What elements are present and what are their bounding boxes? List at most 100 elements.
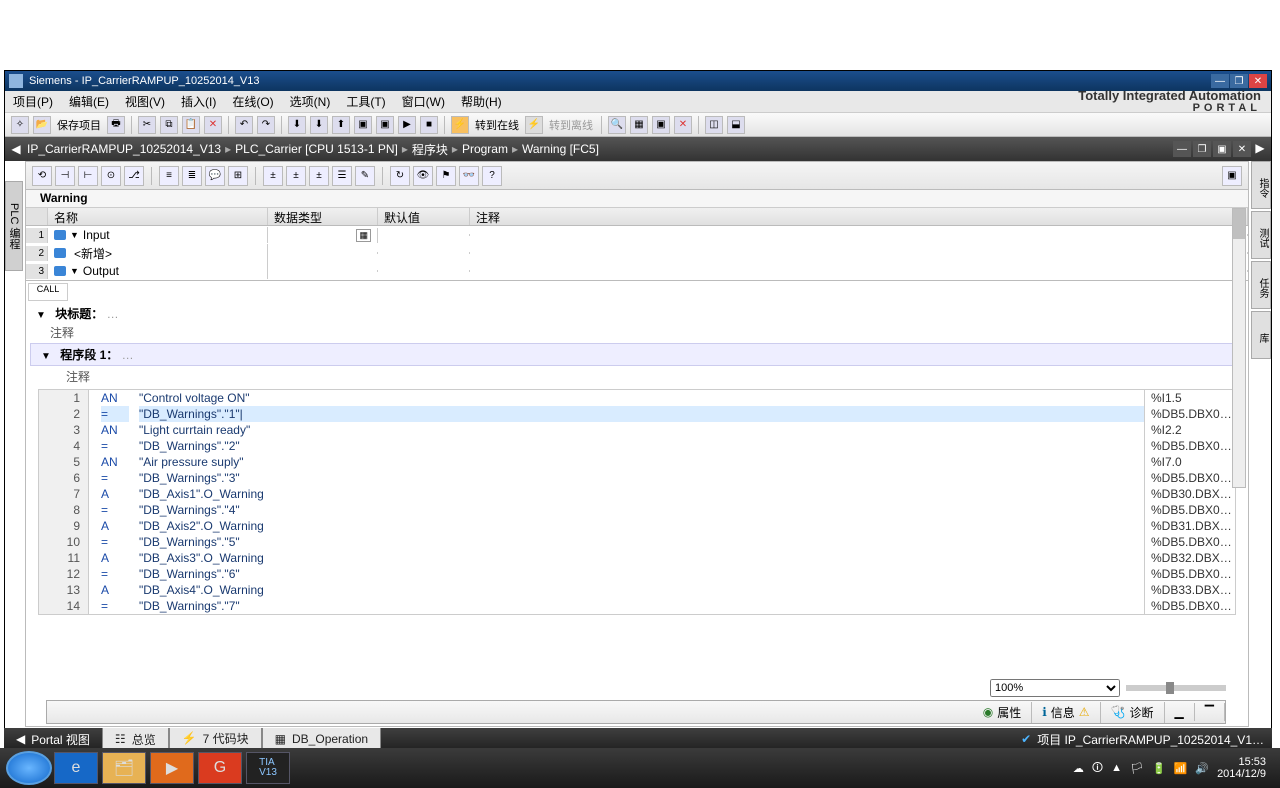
et-rename-icon[interactable]: ✎ (355, 166, 375, 186)
col-type[interactable]: 数据类型 (268, 208, 378, 225)
upload-icon[interactable]: ⬆ (332, 116, 350, 134)
inspector-max-icon[interactable]: ▔ (1195, 703, 1225, 721)
et-network-icon[interactable]: ⊞ (228, 166, 248, 186)
et-format-icon[interactable]: ☰ (332, 166, 352, 186)
crumb-project[interactable]: IP_CarrierRAMPUP_10252014_V13 (23, 142, 225, 156)
taskbar-ie-icon[interactable]: e (54, 752, 98, 784)
right-tab-instructions[interactable]: 指令 (1251, 161, 1271, 209)
clear-icon[interactable]: ✕ (674, 116, 692, 134)
start-cpu-icon[interactable]: ▶ (398, 116, 416, 134)
crumb-blocks[interactable]: 程序块 (408, 141, 452, 158)
et-reset-icon[interactable]: ⟲ (32, 166, 52, 186)
split-h-icon[interactable]: ◫ (705, 116, 723, 134)
editor-max-icon[interactable]: ▣ (1213, 141, 1231, 157)
block-comment[interactable]: 注释 (26, 324, 1248, 341)
paste-icon[interactable]: 📋 (182, 116, 200, 134)
menu-options[interactable]: 选项(N) (282, 91, 339, 112)
right-tab-libraries[interactable]: 库 (1251, 311, 1271, 359)
menu-help[interactable]: 帮助(H) (453, 91, 510, 112)
hmi-sim-icon[interactable]: ▣ (376, 116, 394, 134)
menu-project[interactable]: 项目(P) (5, 91, 61, 112)
open-project-icon[interactable]: 📂 (33, 116, 51, 134)
interface-row[interactable]: 2 <新增> (26, 244, 1248, 262)
breadcrumb-left-icon[interactable]: ◀ (9, 142, 23, 156)
go-offline-icon[interactable]: ⚡ (525, 116, 543, 134)
col-default[interactable]: 默认值 (378, 208, 470, 225)
tray-icon[interactable]: 🔋 (1152, 762, 1166, 775)
taskbar-media-icon[interactable]: ▶ (150, 752, 194, 784)
tab-properties[interactable]: ◉属性 (973, 702, 1033, 723)
menu-online[interactable]: 在线(O) (224, 91, 281, 112)
tray-clock[interactable]: 15:53 2014/12/9 (1217, 756, 1266, 780)
minimize-button[interactable]: — (1211, 74, 1229, 88)
et-monitor-icon[interactable]: 👁 (413, 166, 433, 186)
tray-icon[interactable]: ☁ (1073, 762, 1084, 775)
menu-view[interactable]: 视图(V) (117, 91, 173, 112)
col-comment[interactable]: 注释 (470, 208, 1248, 225)
network-comment[interactable]: 注释 (26, 368, 1248, 385)
copy-icon[interactable]: ⧉ (160, 116, 178, 134)
close-button[interactable]: ✕ (1249, 74, 1267, 88)
et-branch-icon[interactable]: ⎇ (124, 166, 144, 186)
et-force-icon[interactable]: ⚑ (436, 166, 456, 186)
et-output-icon[interactable]: ⊢ (78, 166, 98, 186)
go-offline-button[interactable]: 转到离线 (545, 117, 597, 133)
tab-db-operation[interactable]: ▦ DB_Operation (262, 728, 381, 750)
block-title-section[interactable]: ▼ 块标题： … (26, 303, 1248, 324)
go-online-button[interactable]: 转到在线 (471, 117, 523, 133)
right-tab-tasks[interactable]: 任务 (1251, 261, 1271, 309)
sim-icon[interactable]: ▣ (354, 116, 372, 134)
taskbar-tia-icon[interactable]: TIAV13 (246, 752, 290, 784)
left-collapsed-panel[interactable]: PLC 编程 (5, 181, 23, 271)
xref-icon[interactable]: ▦ (630, 116, 648, 134)
crumb-program[interactable]: Program (458, 142, 512, 156)
crumb-block[interactable]: Warning [FC5] (518, 142, 603, 156)
tab-overview[interactable]: ☷ 总览 (102, 728, 169, 750)
et-coil-icon[interactable]: ⊙ (101, 166, 121, 186)
et-list-icon[interactable]: ≡ (159, 166, 179, 186)
stl-code-editor[interactable]: 1234567891011121314 AN=AN=AN=A=A=A=A= "C… (38, 389, 1236, 615)
menu-window[interactable]: 窗口(W) (394, 91, 453, 112)
cut-icon[interactable]: ✂ (138, 116, 156, 134)
tray-icon[interactable]: 🛈 (1092, 759, 1103, 778)
menu-tools[interactable]: 工具(T) (338, 91, 393, 112)
stop-cpu-icon[interactable]: ■ (420, 116, 438, 134)
et-insertb-icon[interactable]: ± (286, 166, 306, 186)
delete-icon[interactable]: ✕ (204, 116, 222, 134)
et-inserta-icon[interactable]: ± (263, 166, 283, 186)
editor-restore-icon[interactable]: ❐ (1193, 141, 1211, 157)
inspector-min-icon[interactable]: ▁ (1165, 703, 1195, 721)
menu-edit[interactable]: 编辑(E) (61, 91, 117, 112)
interface-row[interactable]: 3 ▼Output (26, 262, 1248, 280)
et-expand-icon[interactable]: ▣ (1222, 166, 1242, 186)
tray-icon[interactable]: 🏳 (1130, 762, 1144, 775)
call-block[interactable]: CALL (28, 283, 68, 301)
et-comment-icon[interactable]: 💬 (205, 166, 225, 186)
collapse-icon[interactable]: ▼ (41, 351, 51, 362)
collapse-icon[interactable]: ▼ (36, 310, 46, 321)
undo-icon[interactable]: ↶ (235, 116, 253, 134)
right-tab-test[interactable]: 测试 (1251, 211, 1271, 259)
crumb-plc[interactable]: PLC_Carrier [CPU 1513-1 PN] (231, 142, 402, 156)
et-goto-icon[interactable]: ↻ (390, 166, 410, 186)
editor-close-icon[interactable]: ✕ (1233, 141, 1251, 157)
start-button[interactable] (6, 751, 52, 785)
go-online-icon[interactable]: ⚡ (451, 116, 469, 134)
split-v-icon[interactable]: ⬓ (727, 116, 745, 134)
taskbar-foxit-icon[interactable]: G (198, 752, 242, 784)
taskbar-explorer-icon[interactable]: 🗂 (102, 752, 146, 784)
download-icon[interactable]: ⬇ (310, 116, 328, 134)
code-operand-column[interactable]: "Control voltage ON""DB_Warnings"."1"|"L… (129, 390, 1145, 614)
maximize-button[interactable]: ❐ (1230, 74, 1248, 88)
menu-insert[interactable]: 插入(I) (173, 91, 224, 112)
zoom-slider[interactable] (1126, 685, 1226, 691)
network-title-section[interactable]: ▼ 程序段 1： … (30, 343, 1244, 366)
save-project-button[interactable]: 保存项目 (53, 117, 105, 133)
new-project-icon[interactable]: ✧ (11, 116, 29, 134)
tab-portal-view[interactable]: ◀ Portal 视图 (4, 729, 102, 750)
search-icon[interactable]: 🔍 (608, 116, 626, 134)
tray-icon[interactable]: 📶 (1174, 762, 1188, 775)
tray-icon[interactable]: 🔊 (1195, 762, 1209, 775)
breadcrumb-right-icon[interactable]: ▶ (1253, 141, 1267, 157)
code-op-column[interactable]: AN=AN=AN=A=A=A=A= (89, 390, 129, 614)
